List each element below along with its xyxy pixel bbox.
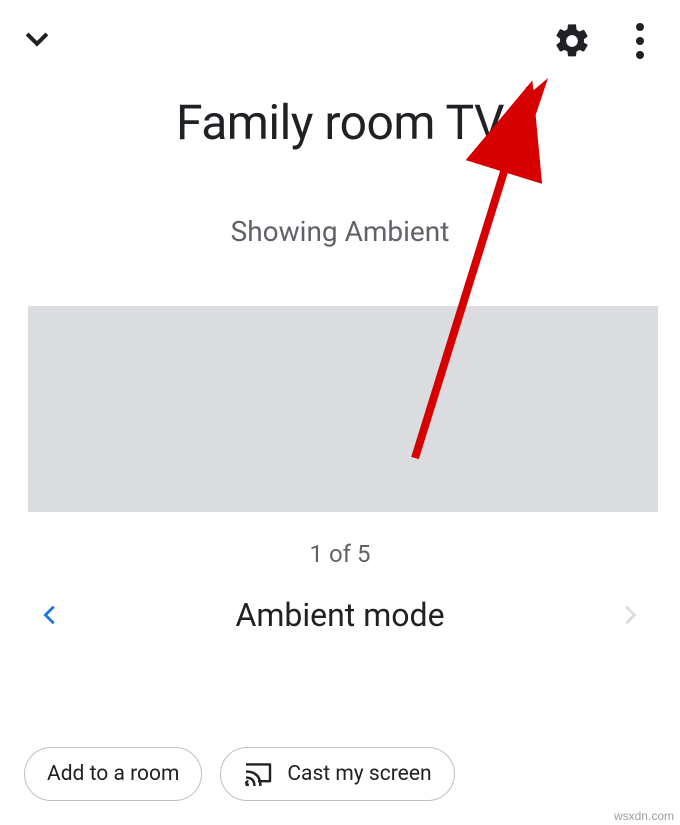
header-right [552, 21, 660, 61]
card-title: Ambient mode [64, 596, 616, 634]
cast-icon [243, 762, 273, 786]
chevron-left-icon [39, 604, 61, 626]
action-button-row: Add to a room Cast my screen [24, 747, 455, 801]
collapse-button[interactable] [20, 24, 54, 58]
cast-my-screen-button[interactable]: Cast my screen [220, 747, 454, 801]
chevron-right-icon [619, 604, 641, 626]
header-left [20, 24, 54, 58]
more-options-button[interactable] [628, 21, 652, 61]
watermark: wsxdn.com [614, 809, 674, 823]
cast-my-screen-label: Cast my screen [287, 762, 431, 786]
carousel-next-button[interactable] [616, 601, 644, 629]
settings-button[interactable] [552, 21, 592, 61]
chevron-down-icon [20, 24, 54, 58]
ambient-preview [28, 306, 658, 512]
header [0, 0, 680, 70]
device-title: Family room TV [0, 94, 680, 151]
page-indicator: 1 of 5 [0, 540, 680, 568]
add-to-room-button[interactable]: Add to a room [24, 747, 202, 801]
gear-icon [552, 21, 592, 61]
add-to-room-label: Add to a room [47, 762, 179, 786]
status-text: Showing Ambient [0, 215, 680, 248]
more-vertical-icon [636, 23, 644, 31]
carousel-prev-button[interactable] [36, 601, 64, 629]
card-row: Ambient mode [0, 596, 680, 634]
